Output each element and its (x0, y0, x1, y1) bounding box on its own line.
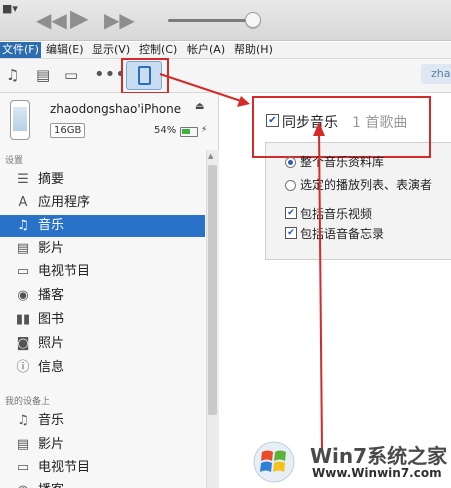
tv-icon: ▭ (16, 460, 30, 475)
watermark-url: Www.Winwin7.com (312, 466, 442, 480)
sidebar-item-label: 播客 (38, 483, 64, 488)
annotation-box-device (121, 58, 169, 94)
include-voice-memos-checkbox[interactable]: ✔ (285, 227, 297, 239)
menubar: 文件(F) 编辑(E) 显示(V) 控制(C) 帐户(A) 帮助(H) (0, 42, 451, 59)
sidebar-item-label: 影片 (38, 241, 65, 256)
eject-icon[interactable]: ⏏ (195, 101, 204, 112)
menu-view[interactable]: 显示(V) (92, 43, 130, 57)
sidebar-item-label: 图书 (38, 312, 65, 327)
device-name: zhaodongshao'iPhone (50, 102, 182, 116)
radio-selected-dot (288, 160, 293, 165)
menu-controls[interactable]: 控制(C) (139, 43, 177, 57)
sidebar-item-label: 电视节目 (38, 264, 91, 279)
sidebar-item-podcasts[interactable]: ◉ 播客 (0, 285, 205, 307)
sidebar-item-summary[interactable]: ☰ 摘要 (0, 169, 205, 191)
include-voice-memos-label[interactable]: 包括语音备忘录 (300, 225, 384, 242)
scrollbar-thumb[interactable] (208, 165, 217, 415)
film-icon[interactable]: ▤ (36, 66, 50, 84)
sidebar-item-label: 摘要 (38, 172, 65, 187)
sidebar-item-ondevice-music[interactable]: ♫ 音乐 (0, 410, 205, 432)
menu-help[interactable]: 帮助(H) (234, 43, 273, 57)
sidebar-item-apps[interactable]: A 应用程序 (0, 192, 205, 214)
menu-toggle-icon[interactable]: ■▾ (2, 2, 18, 16)
sidebar-item-info[interactable]: ⓘ 信息 (0, 357, 205, 379)
volume-slider[interactable] (168, 19, 256, 22)
charging-icon: ⚡ (201, 125, 208, 135)
settings-section-label: 设置 (5, 156, 24, 166)
sidebar-item-label: 音乐 (38, 218, 65, 233)
sidebar-item-ondevice-movies[interactable]: ▤ 影片 (0, 434, 205, 456)
menu-edit[interactable]: 编辑(E) (46, 43, 84, 57)
sync-music-label[interactable]: 同步音乐 (282, 112, 338, 132)
entire-library-label[interactable]: 整个音乐资料库 (300, 153, 384, 170)
next-track-button[interactable]: ▶▶ (104, 10, 135, 30)
sync-music-checkbox[interactable]: ✔ (266, 114, 279, 127)
podcast-icon: ◉ (17, 288, 29, 303)
play-button[interactable]: ▶ (70, 6, 88, 30)
song-count: 1 首歌曲 (352, 115, 408, 131)
menu-account[interactable]: 帐户(A) (187, 43, 225, 57)
include-videos-checkbox[interactable]: ✔ (285, 207, 297, 219)
sidebar-item-tv[interactable]: ▭ 电视节目 (0, 261, 205, 283)
sidebar-item-label: 播客 (38, 288, 65, 303)
film-icon: ▤ (16, 437, 30, 452)
sidebar-item-ondevice-tv[interactable]: ▭ 电视节目 (0, 457, 205, 479)
device-screen (13, 107, 27, 131)
user-tab[interactable]: zha (421, 64, 451, 84)
sidebar-item-label: 应用程序 (38, 195, 91, 210)
include-videos-label[interactable]: 包括音乐视频 (300, 205, 372, 222)
sidebar-item-label: 照片 (38, 336, 65, 351)
apps-icon: A (18, 195, 28, 210)
battery-percent: 54% (154, 125, 177, 136)
ondevice-section-label: 我的设备上 (5, 397, 51, 407)
book-icon: ▮▮ (15, 312, 31, 327)
sidebar-item-books[interactable]: ▮▮ 图书 (0, 309, 205, 331)
music-note-icon: ♫ (17, 218, 29, 233)
music-note-icon: ♫ (17, 413, 29, 428)
sidebar-item-label: 电视节目 (38, 460, 91, 475)
music-note-icon[interactable]: ♫ (6, 66, 19, 84)
sidebar-item-music[interactable]: ♫ 音乐 (0, 215, 205, 237)
sidebar-item-ondevice-podcasts[interactable]: ◉ 播客 (0, 480, 205, 488)
podcast-icon: ◉ (15, 483, 31, 488)
watermark-title: Win7系统之家 (310, 444, 448, 468)
previous-track-button[interactable]: ◀◀ (36, 10, 67, 30)
sidebar-item-label: 信息 (38, 360, 65, 375)
tv-icon: ▭ (16, 264, 30, 279)
volume-knob[interactable] (245, 12, 261, 28)
film-icon: ▤ (16, 241, 30, 256)
selected-playlists-label[interactable]: 选定的播放列表、表演者 (300, 176, 432, 193)
tv-icon[interactable]: ▭ (64, 66, 78, 84)
sidebar-item-label: 影片 (38, 437, 65, 452)
windows-logo-icon (253, 441, 295, 483)
sidebar-item-photos[interactable]: ◙ 照片 (0, 333, 205, 355)
arrowhead-sync (237, 96, 250, 107)
summary-icon: ☰ (17, 172, 29, 187)
sidebar-item-movies[interactable]: ▤ 影片 (0, 238, 205, 260)
sidebar-item-label: 音乐 (38, 413, 65, 428)
capacity-badge: 16GB (50, 123, 86, 138)
scroll-up-icon[interactable]: ▲ (208, 152, 213, 160)
battery-level (182, 129, 190, 134)
radio-selected-playlists[interactable] (285, 180, 296, 191)
info-icon: ⓘ (16, 360, 30, 375)
menu-file[interactable]: 文件(F) (0, 42, 41, 58)
camera-icon: ◙ (16, 336, 30, 351)
